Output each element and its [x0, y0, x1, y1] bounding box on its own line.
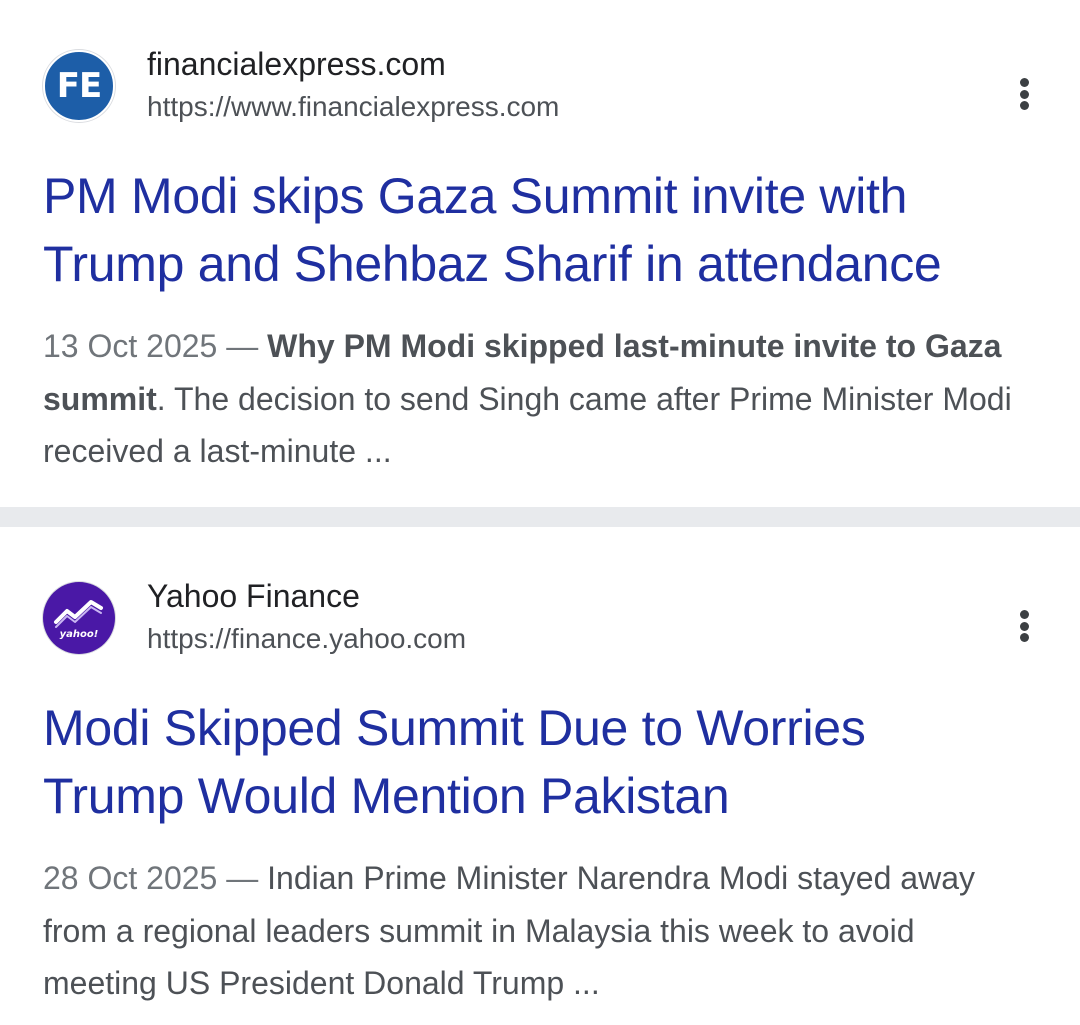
financialexpress-logo-icon: FE — [43, 49, 115, 122]
result-date: 28 Oct 2025 — [43, 860, 218, 896]
result-source[interactable]: yahoo! Yahoo Finance https://finance.yah… — [43, 576, 466, 659]
site-name: Yahoo Finance — [147, 578, 360, 614]
yahoo-finance-logo-icon: yahoo! — [43, 581, 115, 654]
title-line: Modi Skipped Summit Due to Worries — [43, 700, 866, 756]
site-url: https://www.financialexpress.com — [147, 91, 560, 122]
result-source[interactable]: FE financialexpress.com https://www.fina… — [43, 44, 559, 127]
result-snippet: 28 Oct 2025 — Indian Prime Minister Nare… — [43, 860, 975, 1001]
favicon-text: yahoo! — [59, 628, 99, 640]
result-snippet: 13 Oct 2025 — Why PM Modi skipped last-m… — [43, 328, 1012, 470]
chart-trend-icon — [54, 599, 103, 628]
result-title-link[interactable]: PM Modi skips Gaza Summit invite with Tr… — [43, 162, 1040, 298]
site-name: financialexpress.com — [147, 46, 446, 82]
result-title-link[interactable]: Modi Skipped Summit Due to Worries Trump… — [43, 694, 1040, 830]
more-options-icon[interactable] — [1012, 70, 1036, 118]
more-options-icon[interactable] — [1012, 602, 1036, 650]
title-line: Trump Would Mention Pakistan — [43, 768, 730, 824]
search-result[interactable]: FE financialexpress.com https://www.fina… — [0, 0, 1080, 507]
result-date: 13 Oct 2025 — [43, 328, 218, 364]
title-line: Trump and Shehbaz Sharif in attendance — [43, 236, 942, 292]
favicon-text: FE — [56, 65, 102, 106]
site-url: https://finance.yahoo.com — [147, 623, 467, 654]
search-result[interactable]: yahoo! Yahoo Finance https://finance.yah… — [0, 527, 1080, 1025]
result-divider — [0, 507, 1080, 527]
title-line: PM Modi skips Gaza Summit invite with — [43, 168, 908, 224]
snippet-text: . The decision to send Singh came after … — [43, 380, 1012, 470]
